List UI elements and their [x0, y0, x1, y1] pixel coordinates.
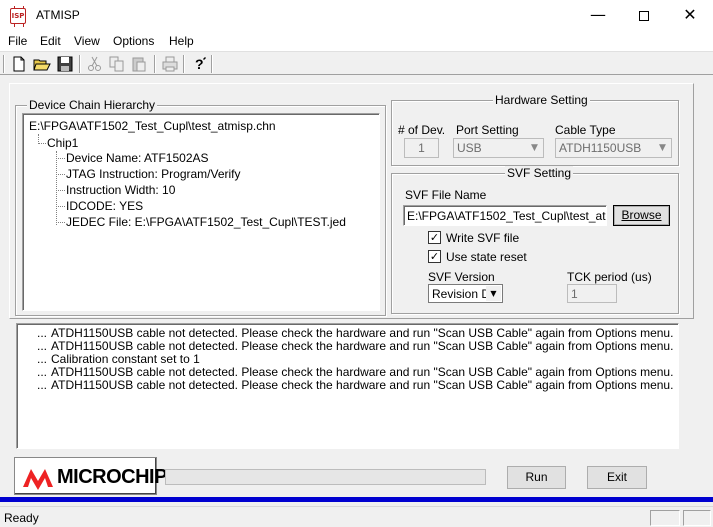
tree-instruction-width[interactable]: Instruction Width: 10	[66, 183, 175, 197]
toolbar-separator	[154, 55, 156, 73]
copy-icon	[109, 56, 124, 72]
tree-idcode[interactable]: IDCODE: YES	[66, 199, 143, 213]
tck-period-field: 1	[567, 284, 617, 303]
print-icon	[162, 56, 178, 72]
open-folder-icon[interactable]	[33, 55, 51, 73]
new-file-icon[interactable]	[10, 55, 28, 73]
port-setting-value: USB	[457, 141, 482, 155]
log-line: ... Calibration constant set to 1	[37, 352, 200, 366]
write-svf-label[interactable]: Write SVF file	[446, 231, 519, 245]
port-setting-select: USB ▼	[453, 138, 544, 158]
log-line-text: ATDH1150USB cable not detected. Please c…	[51, 339, 674, 353]
tree-connector	[56, 190, 65, 191]
status-cell	[683, 510, 711, 526]
menu-help[interactable]: Help	[169, 34, 194, 48]
toolbar: ?	[0, 51, 713, 75]
tree-root[interactable]: E:\FPGA\ATF1502_Test_Cupl\test_atmisp.ch…	[29, 119, 276, 133]
title-bar: ISP ATMISP — ✕	[0, 0, 713, 31]
tree-jtag-instruction[interactable]: JTAG Instruction: Program/Verify	[66, 167, 241, 181]
cut-icon	[88, 56, 101, 71]
menu-edit[interactable]: Edit	[40, 34, 61, 48]
state-reset-label[interactable]: Use state reset	[446, 250, 527, 264]
state-reset-checkbox[interactable]: ✓	[428, 250, 441, 263]
chevron-down-icon: ▼	[659, 143, 666, 153]
paste-icon	[132, 57, 146, 72]
tree-connector	[56, 206, 65, 207]
progress-bar	[165, 469, 486, 485]
svf-file-label: SVF File Name	[405, 188, 487, 202]
exit-button[interactable]: Exit	[587, 466, 647, 489]
svf-file-input[interactable]: E:\FPGA\ATF1502_Test_Cupl\test_atmis	[403, 205, 607, 226]
microchip-logo-icon	[23, 469, 53, 490]
window-title: ATMISP	[36, 8, 80, 22]
tree-connector	[56, 151, 57, 225]
cable-type-label: Cable Type	[555, 123, 616, 137]
tree-jedec-file[interactable]: JEDEC File: E:\FPGA\ATF1502_Test_Cupl\TE…	[66, 215, 346, 229]
log-output[interactable]: ... ATDH1150USB cable not detected. Pleas…	[16, 323, 679, 449]
svf-version-select[interactable]: Revision D ▼	[428, 284, 503, 303]
tree-connector	[38, 143, 46, 144]
port-setting-label: Port Setting	[456, 123, 519, 137]
log-line: ... ATDH1150USB cable not detected. Pleas…	[37, 326, 674, 340]
svg-text:?: ?	[195, 56, 204, 72]
tree-device-name[interactable]: Device Name: ATF1502AS	[66, 151, 209, 165]
browse-button[interactable]: Browse	[613, 205, 670, 226]
log-line: ... ATDH1150USB cable not detected. Pleas…	[37, 378, 674, 392]
tree-chip[interactable]: Chip1	[47, 136, 78, 150]
log-line-text: ATDH1150USB cable not detected. Please c…	[51, 365, 674, 379]
toolbar-separator	[183, 55, 185, 73]
browse-label: Browse	[621, 208, 662, 222]
write-svf-checkbox[interactable]: ✓	[428, 231, 441, 244]
device-chain-tree[interactable]: E:\FPGA\ATF1502_Test_Cupl\test_atmisp.ch…	[22, 113, 380, 311]
log-prefix: ...	[37, 339, 48, 353]
hardware-setting-title: Hardware Setting	[493, 93, 590, 107]
status-text: Ready	[4, 511, 39, 525]
num-dev-field: 1	[404, 138, 439, 158]
app-icon: ISP	[10, 6, 26, 26]
close-button[interactable]: ✕	[667, 0, 713, 31]
minimize-button[interactable]: —	[575, 0, 621, 31]
cable-type-value: ATDH1150USB	[559, 141, 642, 155]
log-line: ... ATDH1150USB cable not detected. Pleas…	[37, 365, 674, 379]
toolbar-grip	[3, 55, 5, 73]
svf-version-value: Revision D	[432, 287, 491, 301]
toolbar-separator	[79, 55, 81, 73]
svf-version-label: SVF Version	[428, 270, 495, 284]
toolbar-separator	[211, 55, 213, 73]
log-line-text: Calibration constant set to 1	[51, 352, 200, 366]
help-icon[interactable]: ?	[190, 55, 208, 73]
log-prefix: ...	[37, 378, 48, 392]
chevron-down-icon[interactable]: ▼	[486, 286, 501, 301]
tree-connector	[56, 158, 65, 159]
tck-period-label: TCK period (us)	[567, 270, 652, 284]
menu-view[interactable]: View	[74, 34, 100, 48]
status-cell	[650, 510, 680, 526]
device-chain-title: Device Chain Hierarchy	[27, 98, 158, 112]
status-bar: Ready	[0, 506, 713, 527]
menu-bar: File Edit View Options Help	[0, 31, 713, 51]
log-prefix: ...	[37, 326, 48, 340]
menu-options[interactable]: Options	[113, 34, 154, 48]
microchip-logo-text: MICROCHIP	[57, 466, 167, 488]
run-button[interactable]: Run	[507, 466, 566, 489]
menu-file[interactable]: File	[8, 34, 27, 48]
maximize-icon	[639, 10, 649, 21]
accent-bar	[0, 497, 713, 502]
save-icon[interactable]	[56, 55, 74, 73]
maximize-button[interactable]	[621, 0, 667, 31]
tree-connector	[56, 174, 65, 175]
svf-setting-title: SVF Setting	[505, 166, 574, 180]
log-line: ... ATDH1150USB cable not detected. Pleas…	[37, 339, 674, 353]
microchip-logo: MICROCHIP	[14, 457, 167, 495]
chevron-down-icon: ▼	[531, 143, 538, 153]
num-dev-label: # of Dev.	[398, 123, 446, 137]
log-line-text: ATDH1150USB cable not detected. Please c…	[51, 326, 674, 340]
tree-connector	[56, 222, 65, 223]
cable-type-select: ATDH1150USB ▼	[555, 138, 672, 158]
log-line-text: ATDH1150USB cable not detected. Please c…	[51, 378, 674, 392]
log-prefix: ...	[37, 352, 48, 366]
log-prefix: ...	[37, 365, 48, 379]
